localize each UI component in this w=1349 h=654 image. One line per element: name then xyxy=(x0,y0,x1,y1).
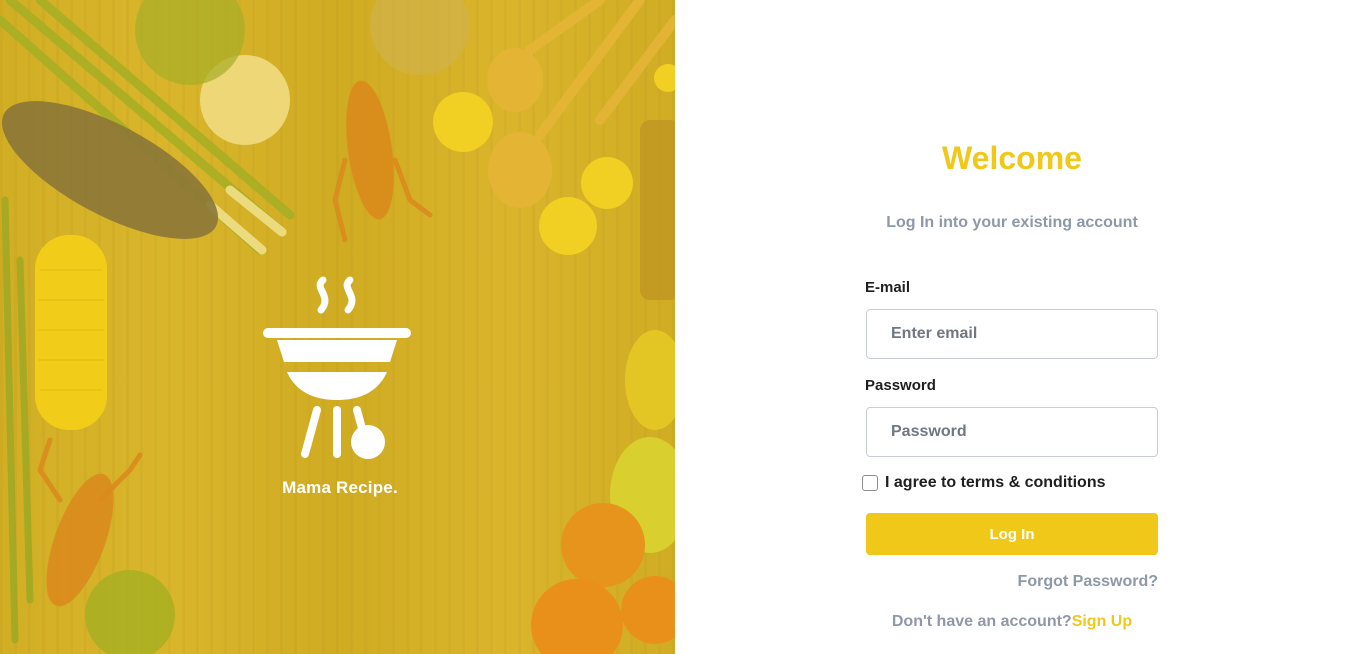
page-title: Welcome xyxy=(942,140,1082,176)
forgot-password-link[interactable]: Forgot Password? xyxy=(866,573,1158,591)
signup-prompt: Don't have an account? xyxy=(891,613,1072,630)
grill-icon xyxy=(263,276,411,459)
terms-label[interactable]: I agree to terms & conditions xyxy=(885,474,1105,492)
page-subtitle: Log In into your existing account xyxy=(886,214,1138,231)
signup-row: Don't have an account?Sign Up xyxy=(675,613,1349,631)
password-field[interactable] xyxy=(866,407,1158,457)
hero-panel: Mama Recipe. xyxy=(0,0,675,654)
email-label: E-mail xyxy=(865,279,911,296)
brand-name: Mama Recipe. xyxy=(282,478,398,497)
password-label: Password xyxy=(865,377,936,394)
login-form-panel: Welcome Log In into your existing accoun… xyxy=(675,0,1349,654)
login-page: Mama Recipe. Welcome Log In into your ex… xyxy=(0,0,1349,654)
signup-link[interactable]: Sign Up xyxy=(1072,613,1132,630)
terms-row: I agree to terms & conditions xyxy=(862,474,1105,492)
email-field[interactable] xyxy=(866,309,1158,359)
login-button[interactable]: Log In xyxy=(866,513,1158,555)
terms-checkbox[interactable] xyxy=(862,475,878,491)
